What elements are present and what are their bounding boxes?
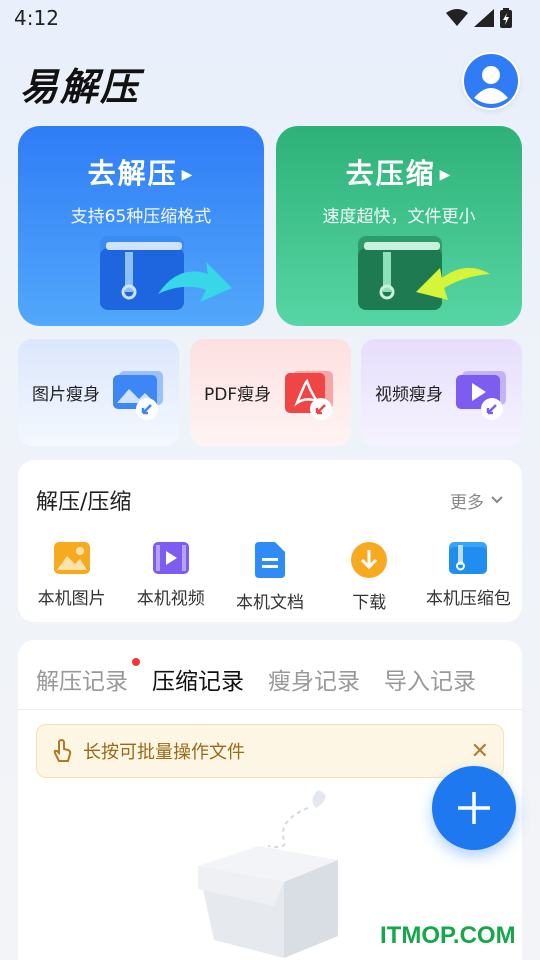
hand-tap-icon	[53, 739, 72, 762]
document-icon	[255, 542, 285, 578]
pdf-slim-card[interactable]: PDF瘦身	[190, 339, 351, 446]
tool-downloads[interactable]: 下载	[320, 542, 419, 613]
pdf-slim-label: PDF瘦身	[204, 385, 272, 405]
more-button[interactable]: 更多	[450, 488, 504, 513]
tool-local-videos[interactable]: 本机视频	[121, 542, 220, 613]
close-icon[interactable]: ✕	[471, 739, 489, 764]
video-slim-card[interactable]: 视频瘦身	[361, 339, 522, 446]
tab-import-records[interactable]: 导入记录	[384, 662, 476, 709]
folder-unzip-icon	[100, 236, 232, 310]
chevron-down-icon	[491, 496, 503, 504]
image-slim-label: 图片瘦身	[32, 385, 100, 405]
unzip-card[interactable]: 去解压 ▶ 支持65种压缩格式	[18, 126, 264, 326]
plus-icon	[458, 792, 490, 824]
tool-label: 本机视频	[136, 589, 205, 609]
tools-row: 本机图片 本机视频 本机文档 下载 本机压缩包	[18, 516, 522, 613]
tools-panel: 解压/压缩 更多 本机图片 本机视频 本机文档 下载 本机压缩包	[18, 460, 522, 622]
tab-label: 瘦身记录	[268, 669, 360, 695]
status-icons	[446, 8, 512, 28]
more-label: 更多	[450, 492, 484, 513]
status-bar: 4:12	[0, 0, 540, 36]
download-icon	[351, 542, 388, 578]
image-compress-icon	[113, 371, 163, 420]
play-arrow-icon: ▶	[439, 167, 453, 183]
tools-panel-title: 解压/压缩	[36, 490, 132, 515]
video-icon	[152, 542, 189, 574]
folder-zip-icon	[358, 236, 490, 310]
signal-icon	[474, 9, 494, 27]
tab-slim-records[interactable]: 瘦身记录	[268, 662, 360, 709]
watermark: ITMOP.COM	[380, 922, 516, 949]
app-title: 易解压	[20, 65, 141, 109]
tool-label: 本机文档	[236, 593, 304, 613]
notification-dot	[132, 658, 140, 666]
unzip-card-title: 去解压 ▶	[87, 157, 195, 190]
pdf-compress-icon	[285, 371, 333, 420]
tab-label: 导入记录	[384, 669, 476, 695]
zip-card[interactable]: 去压缩 ▶ 速度超快，文件更小	[276, 126, 522, 326]
tab-zip-records[interactable]: 压缩记录	[152, 662, 244, 727]
tool-local-archives[interactable]: 本机压缩包	[419, 542, 518, 613]
image-icon	[53, 542, 90, 574]
tools-panel-header: 解压/压缩 更多	[18, 460, 522, 516]
tool-label: 本机图片	[37, 589, 106, 609]
empty-box-illustration	[198, 790, 338, 958]
records-tabs: 解压记录 压缩记录 瘦身记录 导入记录	[18, 640, 522, 727]
unzip-card-subtitle: 支持65种压缩格式	[70, 207, 212, 227]
tool-label: 本机压缩包	[425, 589, 511, 609]
add-button[interactable]	[432, 766, 516, 850]
user-icon	[464, 54, 518, 108]
tool-label: 下载	[352, 593, 387, 613]
tool-local-images[interactable]: 本机图片	[22, 542, 121, 613]
play-arrow-icon: ▶	[181, 167, 195, 183]
video-slim-label: 视频瘦身	[375, 385, 443, 405]
tool-local-documents[interactable]: 本机文档	[220, 542, 319, 613]
zip-card-subtitle: 速度超快，文件更小	[322, 207, 476, 227]
tab-unzip-records[interactable]: 解压记录	[36, 658, 140, 709]
image-slim-card[interactable]: 图片瘦身	[18, 339, 179, 446]
batch-tip-banner: 长按可批量操作文件 ✕	[36, 724, 504, 778]
avatar[interactable]	[462, 52, 520, 110]
status-time: 4:12	[14, 6, 59, 30]
zip-card-title: 去压缩 ▶	[345, 157, 453, 190]
tab-label: 压缩记录	[152, 669, 244, 695]
video-compress-icon	[456, 371, 506, 420]
tip-text: 长按可批量操作文件	[83, 742, 245, 763]
battery-icon	[500, 8, 512, 28]
archive-icon	[449, 542, 488, 574]
wifi-icon	[446, 9, 468, 26]
tab-label: 解压记录	[36, 669, 128, 695]
